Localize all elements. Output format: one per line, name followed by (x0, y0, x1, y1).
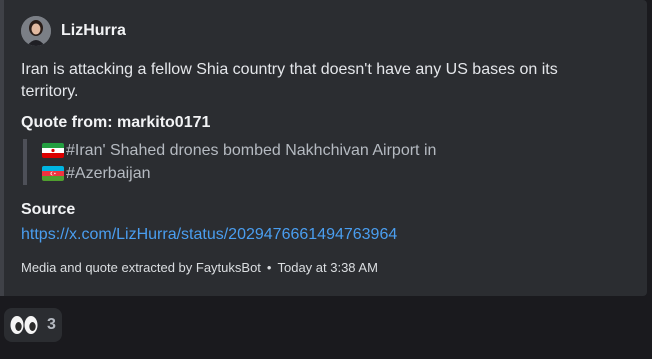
avatar-photo-icon (21, 16, 51, 46)
footer-separator: • (266, 260, 272, 275)
message-area: LizHurra Iran is attacking a fellow Shia… (0, 0, 652, 359)
footer-bot-text: Media and quote extracted by FaytuksBot (21, 260, 261, 275)
source-link[interactable]: https://x.com/LizHurra/status/2029476661… (21, 226, 397, 244)
embed-author: LizHurra (21, 16, 126, 46)
quote-line: #Iran' Shahed drones bombed Nakhchivan A… (42, 139, 523, 162)
quote-line: #Azerbaijan (42, 162, 523, 185)
message-embed: LizHurra Iran is attacking a fellow Shia… (0, 0, 647, 296)
embed-footer: Media and quote extracted by FaytuksBot … (21, 260, 378, 275)
iran-flag-icon (42, 143, 64, 158)
footer-timestamp: Today at 3:38 AM (277, 260, 378, 275)
author-name[interactable]: LizHurra (61, 22, 126, 40)
quote-block: #Iran' Shahed drones bombed Nakhchivan A… (23, 139, 523, 185)
eyes-reaction-button[interactable]: 3 (4, 308, 62, 342)
azerbaijan-flag-icon (42, 166, 64, 181)
eyes-emoji-icon (10, 316, 38, 334)
reaction-count: 3 (47, 316, 56, 333)
quote-heading: Quote from: markito0171 (21, 114, 211, 131)
post-text: Iran is attacking a fellow Shia country … (21, 61, 558, 100)
quote-line-text: #Iran' Shahed drones bombed Nakhchivan A… (66, 141, 437, 159)
quote-line-text: #Azerbaijan (66, 164, 151, 182)
source-heading: Source (21, 201, 76, 218)
author-avatar[interactable] (21, 16, 51, 46)
